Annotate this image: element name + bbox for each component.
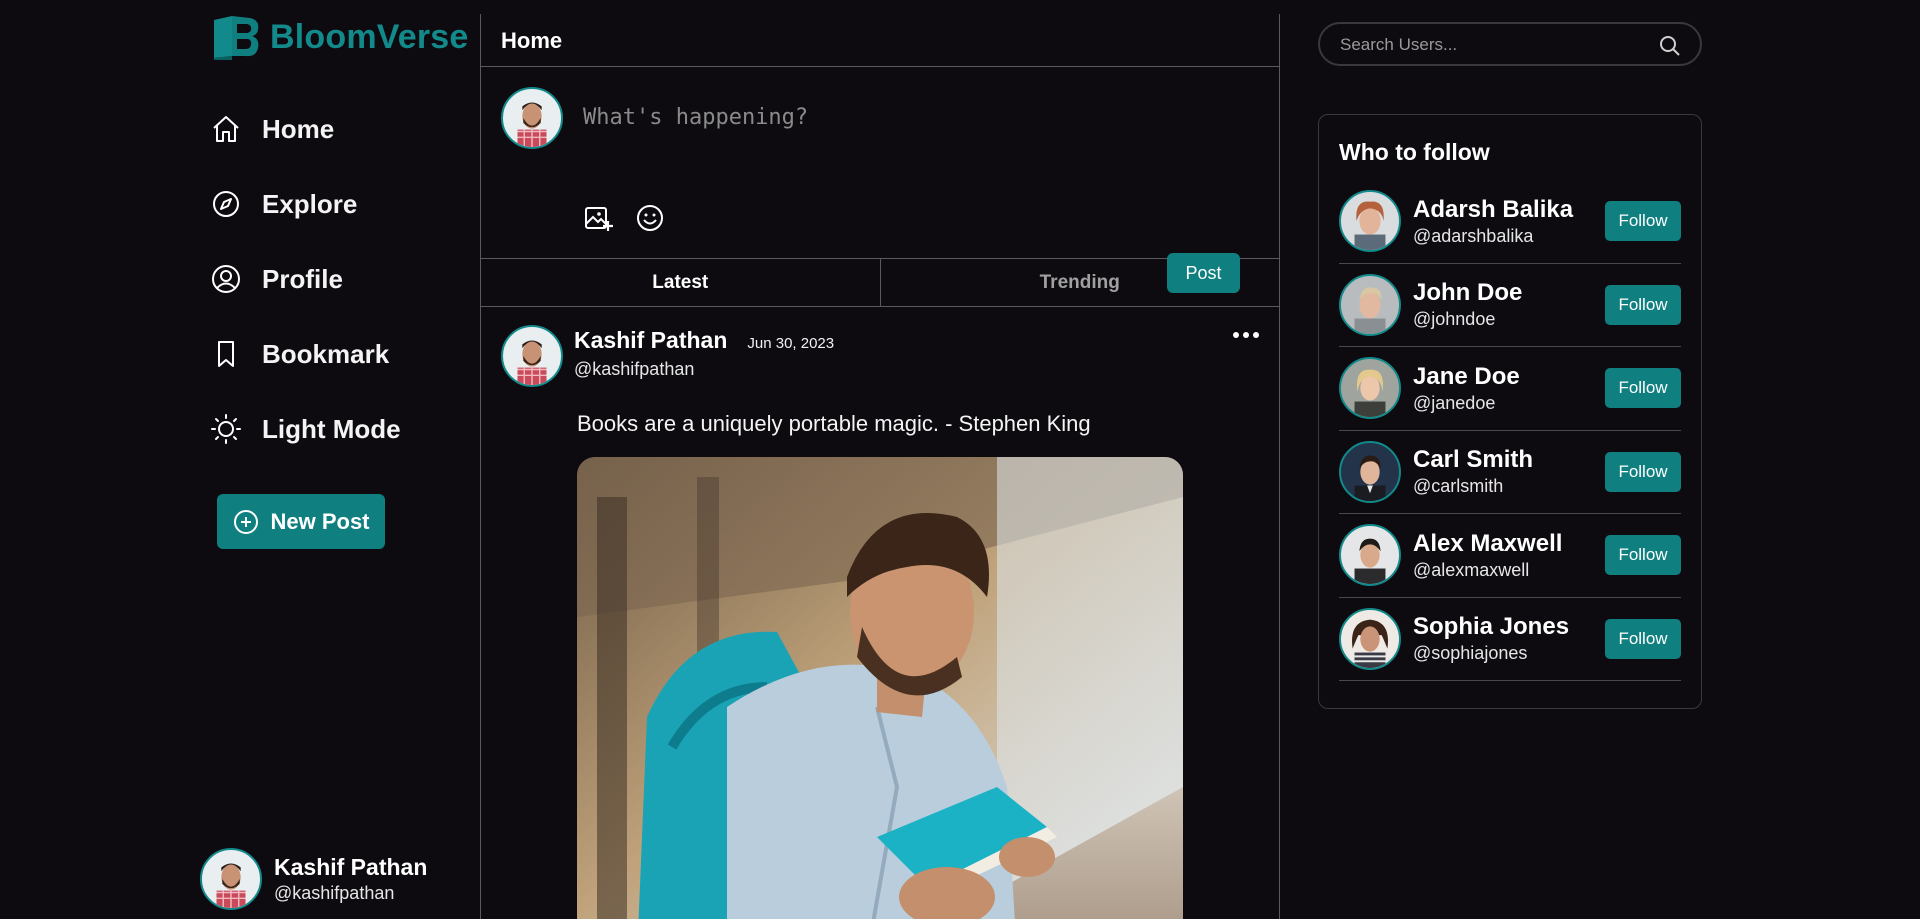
follow-button[interactable]: Follow bbox=[1605, 201, 1681, 242]
emoji-icon[interactable] bbox=[635, 203, 665, 233]
follow-button[interactable]: Follow bbox=[1605, 368, 1681, 409]
user-circle-icon bbox=[212, 265, 240, 293]
follow-suggestion: Jane Doe @janedoe Follow bbox=[1339, 347, 1681, 431]
user-avatar-icon bbox=[517, 340, 547, 385]
plus-circle-icon bbox=[234, 509, 259, 534]
follow-user-name[interactable]: Adarsh Balika bbox=[1413, 196, 1605, 224]
add-image-icon[interactable] bbox=[583, 203, 613, 233]
nav-item-profile[interactable]: Profile bbox=[210, 263, 343, 295]
avatar[interactable] bbox=[1339, 440, 1401, 503]
user-avatar-icon bbox=[517, 102, 547, 147]
current-user[interactable]: Kashif Pathan @kashifpathan bbox=[200, 848, 427, 910]
avatar[interactable] bbox=[1339, 357, 1401, 420]
tab-latest[interactable]: Latest bbox=[481, 259, 880, 306]
user-avatar-icon bbox=[216, 863, 246, 908]
post-composer-input[interactable] bbox=[583, 97, 1243, 137]
new-post-button[interactable]: New Post bbox=[217, 494, 385, 549]
search-icon[interactable] bbox=[1658, 34, 1682, 58]
post-card: Kashif Pathan Jun 30, 2023 @kashifpathan… bbox=[481, 307, 1279, 919]
sun-icon bbox=[211, 414, 241, 444]
post-photo-illustration bbox=[577, 457, 1183, 919]
post-composer: Post bbox=[481, 67, 1279, 293]
nav-item-home[interactable]: Home bbox=[210, 113, 334, 145]
nav-item-light-mode[interactable]: Light Mode bbox=[210, 413, 401, 445]
follow-button[interactable]: Follow bbox=[1605, 284, 1681, 325]
follow-user-handle: @carlsmith bbox=[1413, 476, 1504, 497]
post-author-name[interactable]: Kashif Pathan bbox=[574, 327, 727, 354]
nav-label-home: Home bbox=[262, 113, 335, 144]
bookmark-icon bbox=[218, 341, 234, 367]
more-options-icon[interactable] bbox=[1231, 325, 1261, 345]
follow-user-name[interactable]: Carl Smith bbox=[1413, 446, 1605, 474]
user-avatar-icon bbox=[1354, 369, 1386, 418]
sidebar: BloomVerse Home Explore Profile Bookmark… bbox=[200, 0, 480, 919]
follow-suggestion: Carl Smith @carlsmith Follow bbox=[1339, 431, 1681, 514]
user-avatar-icon bbox=[1352, 619, 1388, 668]
book-logo-icon bbox=[214, 16, 259, 60]
follow-user-handle: @alexmaxwell bbox=[1413, 559, 1530, 580]
search-input[interactable] bbox=[1340, 33, 1640, 57]
nav-label-bookmark: Bookmark bbox=[262, 338, 390, 369]
nav-label-explore: Explore bbox=[262, 188, 358, 219]
avatar[interactable] bbox=[1339, 273, 1401, 336]
search-box bbox=[1318, 22, 1702, 66]
avatar[interactable] bbox=[501, 325, 563, 387]
follow-suggestion: Sophia Jones @sophiajones Follow bbox=[1339, 598, 1681, 681]
follow-user-name[interactable]: Jane Doe bbox=[1413, 363, 1605, 391]
nav-item-bookmark[interactable]: Bookmark bbox=[210, 338, 389, 370]
post-author: Kashif Pathan Jun 30, 2023 bbox=[574, 327, 834, 354]
nav-label-profile: Profile bbox=[262, 263, 343, 294]
follow-user-handle: @adarshbalika bbox=[1413, 225, 1534, 246]
home-icon bbox=[213, 116, 239, 142]
post-image[interactable] bbox=[577, 457, 1183, 919]
follow-user-handle: @johndoe bbox=[1413, 309, 1496, 330]
follow-user-name[interactable]: John Doe bbox=[1413, 279, 1605, 307]
user-avatar-icon bbox=[1354, 287, 1386, 334]
post-author-handle: @kashifpathan bbox=[574, 359, 695, 379]
follow-user-handle: @sophiajones bbox=[1413, 643, 1528, 664]
who-to-follow-panel: Who to follow Adarsh Balika @adarshbalik… bbox=[1318, 114, 1702, 709]
avatar[interactable] bbox=[1339, 607, 1401, 670]
brand-name: BloomVerse bbox=[270, 17, 469, 56]
follow-user-name[interactable]: Alex Maxwell bbox=[1413, 530, 1605, 558]
new-post-label: New Post bbox=[270, 508, 370, 534]
follow-user-name[interactable]: Sophia Jones bbox=[1413, 613, 1605, 641]
post-date: Jun 30, 2023 bbox=[747, 335, 835, 352]
avatar[interactable] bbox=[1339, 190, 1401, 253]
follow-button[interactable]: Follow bbox=[1605, 451, 1681, 492]
compass-icon bbox=[213, 191, 239, 217]
follow-user-handle: @janedoe bbox=[1413, 392, 1496, 413]
current-user-handle: @kashifpathan bbox=[274, 883, 395, 903]
post-text: Books are a uniquely portable magic. - S… bbox=[577, 411, 1091, 436]
follow-suggestion: Adarsh Balika @adarshbalika Follow bbox=[1339, 180, 1681, 264]
avatar bbox=[200, 848, 262, 910]
who-to-follow-title: Who to follow bbox=[1339, 139, 1490, 165]
nav-item-explore[interactable]: Explore bbox=[210, 188, 357, 220]
page-title: Home bbox=[501, 28, 563, 53]
composer-tools bbox=[583, 203, 665, 233]
avatar[interactable] bbox=[1339, 524, 1401, 587]
main-header: Home bbox=[481, 14, 1279, 67]
follow-suggestion: John Doe @johndoe Follow bbox=[1339, 264, 1681, 347]
feed-tabs: Latest Trending bbox=[481, 259, 1279, 307]
user-avatar-icon bbox=[1354, 455, 1386, 501]
avatar bbox=[501, 87, 563, 149]
brand-logo[interactable]: BloomVerse bbox=[210, 14, 469, 60]
current-user-name: Kashif Pathan bbox=[274, 854, 428, 880]
follow-button[interactable]: Follow bbox=[1605, 618, 1681, 659]
nav-label-light-mode: Light Mode bbox=[262, 413, 401, 444]
user-avatar-icon bbox=[1354, 538, 1386, 585]
main-feed: Home What's happening? Post Latest Trend… bbox=[480, 14, 1280, 919]
follow-suggestion: Alex Maxwell @alexmaxwell Follow bbox=[1339, 514, 1681, 598]
follow-button[interactable]: Follow bbox=[1605, 535, 1681, 576]
post-button[interactable]: Post bbox=[1167, 253, 1240, 293]
user-avatar-icon bbox=[1354, 201, 1386, 251]
